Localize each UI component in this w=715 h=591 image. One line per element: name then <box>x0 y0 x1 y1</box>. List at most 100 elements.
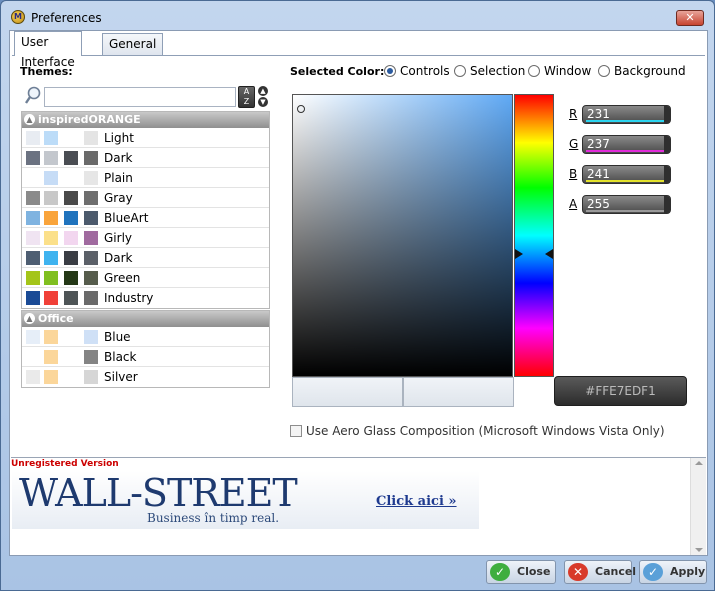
theme-swatch <box>84 131 98 145</box>
theme-row[interactable]: Light <box>22 128 269 148</box>
search-icon <box>25 86 41 104</box>
ad-scrollbar[interactable] <box>690 458 706 555</box>
theme-group-office: ▲ Office Blue Black Silver <box>21 310 270 388</box>
cancel-button[interactable]: ✕ Cancel <box>564 560 636 584</box>
ad-area: Unregistered Version WALL-STREET Busines… <box>11 457 706 555</box>
theme-row[interactable]: Plain <box>22 168 269 188</box>
tab-user-interface[interactable]: User Interface <box>14 31 82 69</box>
close-button[interactable]: ✓ Close <box>486 560 556 584</box>
picker-cursor-icon[interactable] <box>297 105 305 113</box>
scroll-up-icon[interactable] <box>695 461 703 465</box>
theme-swatch <box>26 171 40 185</box>
theme-swatch <box>44 231 58 245</box>
title-bar[interactable]: M Preferences ✕ <box>1 1 714 31</box>
collapse-icon[interactable]: ▲ <box>24 313 35 324</box>
theme-swatch <box>44 271 58 285</box>
theme-swatch <box>44 151 58 165</box>
sort-az-icon[interactable]: AZ <box>238 86 255 108</box>
theme-name: Dark <box>104 151 133 165</box>
theme-swatch <box>26 191 40 205</box>
theme-swatch <box>84 151 98 165</box>
theme-search-input[interactable] <box>44 87 236 107</box>
theme-swatch <box>44 251 58 265</box>
radio-dot-icon[interactable] <box>384 65 396 77</box>
channel-bar <box>586 150 664 152</box>
theme-swatch <box>64 171 78 185</box>
theme-swatch <box>26 231 40 245</box>
theme-swatch <box>64 370 78 384</box>
channel-b-input[interactable]: 241 <box>582 165 671 184</box>
scroll-down-icon[interactable] <box>695 548 703 552</box>
channel-g-input[interactable]: 237 <box>582 135 671 154</box>
theme-name: Plain <box>104 171 133 185</box>
radio-controls[interactable]: Controls <box>384 64 450 78</box>
theme-name: Silver <box>104 370 138 384</box>
checkbox-icon[interactable] <box>290 425 302 437</box>
channel-cap <box>664 196 670 213</box>
theme-row[interactable]: Gray <box>22 188 269 208</box>
theme-row[interactable]: Blue <box>22 327 269 347</box>
theme-swatch <box>64 131 78 145</box>
theme-row[interactable]: Silver <box>22 367 269 387</box>
tab-general[interactable]: General <box>102 33 164 55</box>
ad-slogan: Business în timp real. <box>147 511 280 525</box>
radio-dot-icon[interactable] <box>598 65 610 77</box>
theme-swatch <box>26 211 40 225</box>
theme-name: Dark <box>104 251 133 265</box>
theme-row[interactable]: Green <box>22 268 269 288</box>
theme-name: BlueArt <box>104 211 149 225</box>
theme-name: Green <box>104 271 141 285</box>
aero-glass-checkbox[interactable]: Use Aero Glass Composition (Microsoft Wi… <box>290 424 665 438</box>
client-area: User Interface General Themes: AZ ▲ ▼ ▲ … <box>9 30 708 556</box>
theme-swatch <box>84 271 98 285</box>
apply-button[interactable]: ✓ Apply <box>639 560 707 584</box>
radio-background[interactable]: Background <box>598 64 686 78</box>
collapse-icon[interactable]: ▲ <box>24 114 35 125</box>
theme-row[interactable]: Girly <box>22 228 269 248</box>
theme-swatch <box>44 291 58 305</box>
hex-value-input[interactable]: #FFE7EDF1 <box>554 376 687 406</box>
channel-label-g: G <box>569 137 579 151</box>
channel-cap <box>664 136 670 153</box>
ad-click-link[interactable]: Click aici » <box>376 494 457 509</box>
theme-name: Blue <box>104 330 131 344</box>
channel-label-a: A <box>569 197 578 211</box>
selected-color-label: Selected Color: <box>290 65 385 78</box>
saturation-value-picker[interactable] <box>292 94 513 377</box>
apply-check-icon: ✓ <box>643 563 663 581</box>
step-up-icon[interactable]: ▲ <box>258 86 268 96</box>
hue-thumb-right-icon[interactable] <box>545 249 553 259</box>
window-title: Preferences <box>31 11 102 25</box>
theme-swatch <box>84 191 98 205</box>
theme-row[interactable]: BlueArt <box>22 208 269 228</box>
channel-a-input[interactable]: 255 <box>582 195 671 214</box>
theme-swatch <box>84 171 98 185</box>
radio-dot-icon[interactable] <box>528 65 540 77</box>
ad-banner[interactable]: WALL-STREET Business în timp real. Click… <box>12 471 479 529</box>
theme-row[interactable]: Dark <box>22 148 269 168</box>
theme-swatch <box>64 271 78 285</box>
theme-swatch <box>64 231 78 245</box>
theme-group-header[interactable]: ▲ inspiredORANGE <box>22 112 269 128</box>
radio-selection[interactable]: Selection <box>454 64 525 78</box>
theme-swatch <box>44 370 58 384</box>
color-preview-old <box>292 377 403 407</box>
radio-dot-icon[interactable] <box>454 65 466 77</box>
theme-row[interactable]: Black <box>22 347 269 367</box>
window-close-button[interactable]: ✕ <box>676 10 704 26</box>
theme-swatch <box>84 370 98 384</box>
theme-group-header[interactable]: ▲ Office <box>22 311 269 327</box>
hue-slider[interactable] <box>514 94 554 377</box>
channel-r-input[interactable]: 231 <box>582 105 671 124</box>
step-down-icon[interactable]: ▼ <box>258 97 268 107</box>
theme-name: Industry <box>104 291 154 305</box>
hue-thumb-left-icon[interactable] <box>515 249 523 259</box>
theme-name: Gray <box>104 191 133 205</box>
theme-scroll-stepper[interactable]: ▲ ▼ <box>258 86 269 108</box>
theme-row[interactable]: Industry <box>22 288 269 308</box>
theme-swatch <box>64 151 78 165</box>
theme-row[interactable]: Dark <box>22 248 269 268</box>
theme-swatch <box>64 330 78 344</box>
theme-swatch <box>44 350 58 364</box>
radio-window[interactable]: Window <box>528 64 591 78</box>
